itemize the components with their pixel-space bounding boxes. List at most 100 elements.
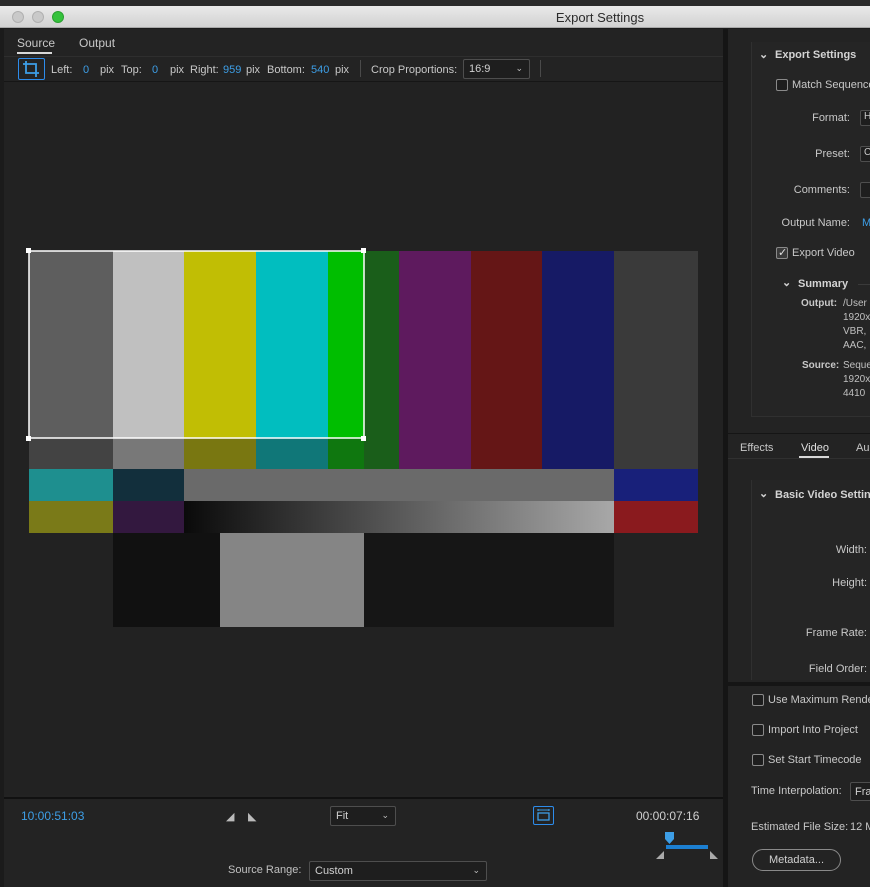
height-label: Height: [832, 577, 867, 589]
summary-output-label: Output: [801, 298, 838, 309]
color-bar [256, 251, 328, 438]
time-interpolation-select[interactable]: Fra [850, 782, 870, 801]
basic-video-settings-header: Basic Video Setting [775, 489, 870, 501]
zoom-select[interactable]: Fit ⌄ [330, 806, 396, 826]
use-max-render-checkbox[interactable] [752, 694, 764, 706]
aspect-ratio-correction-button[interactable] [533, 806, 554, 825]
playhead-icon[interactable] [665, 832, 674, 844]
format-select[interactable]: H [860, 110, 870, 126]
preset-select[interactable]: C [860, 146, 870, 162]
export-video-label: Export Video [792, 247, 855, 259]
color-bar-middle [184, 469, 614, 501]
color-bar [184, 251, 256, 438]
summary-output-line: AAC, [843, 340, 867, 351]
summary-output-line: 1920x [843, 312, 870, 323]
panel-divider [728, 682, 870, 686]
aspect-ratio-icon [537, 809, 550, 821]
match-sequence-checkbox[interactable] [776, 79, 788, 91]
summary-output-line: /User [843, 298, 867, 309]
tab-effects[interactable]: Effects [740, 442, 773, 454]
estimated-file-size-label: Estimated File Size: [751, 821, 849, 833]
tab-video[interactable]: Video [801, 442, 829, 454]
zoom-value: Fit [336, 810, 349, 822]
crop-handle-bottom-right[interactable] [361, 436, 366, 441]
color-bar-dimmed [328, 438, 364, 469]
set-start-timecode-checkbox[interactable] [752, 754, 764, 766]
grayscale-ramp [184, 501, 614, 533]
duration-timecode: 00:00:07:16 [636, 809, 700, 823]
color-bar [113, 251, 184, 438]
comments-label: Comments: [793, 184, 850, 196]
metadata-button[interactable]: Metadata... [752, 849, 841, 871]
color-bar-middle [113, 469, 184, 501]
out-point-marker-icon[interactable] [710, 851, 718, 859]
pluge-block [220, 533, 364, 627]
frame-rate-label: Frame Rate: [805, 627, 867, 639]
color-bar-dimmed [364, 438, 399, 469]
color-bar [29, 251, 113, 438]
tab-audio[interactable]: Au [856, 442, 869, 454]
set-out-point-button[interactable]: ◣ [248, 810, 256, 823]
use-max-render-label: Use Maximum Rende [768, 694, 870, 706]
match-sequence-label: Match Sequence [792, 79, 870, 91]
work-area-bar[interactable] [666, 845, 708, 849]
color-bar-dimmed [184, 438, 256, 469]
pluge-block [113, 533, 220, 627]
color-bar [328, 251, 364, 438]
summary-output-line: VBR, [843, 326, 867, 337]
current-timecode[interactable]: 10:00:51:03 [21, 809, 84, 823]
set-in-point-button[interactable]: ◢ [226, 810, 234, 823]
in-point-marker-icon[interactable] [656, 851, 664, 859]
crop-handle-top-right[interactable] [361, 248, 366, 253]
set-start-timecode-label: Set Start Timecode [768, 754, 862, 766]
output-name-link[interactable]: M [862, 217, 870, 229]
source-range-select[interactable]: Custom ⌄ [309, 861, 487, 881]
color-bar-lower [113, 501, 184, 533]
color-bar-dimmed [542, 438, 614, 469]
source-range-label: Source Range: [228, 864, 302, 876]
disclosure-triangle-icon[interactable]: ⌄ [782, 276, 791, 289]
color-bar-dimmed [256, 438, 328, 469]
color-bar [614, 251, 698, 438]
chevron-down-icon: ⌄ [381, 810, 389, 820]
color-bar-dimmed [399, 438, 471, 469]
active-tab-indicator [799, 456, 829, 458]
crop-handle-bottom-left[interactable] [26, 436, 31, 441]
summary-source-line: 1920x [843, 374, 870, 385]
disclosure-triangle-icon[interactable]: ⌄ [759, 48, 768, 61]
source-range-value: Custom [315, 865, 353, 877]
output-name-label: Output Name: [781, 217, 850, 229]
chevron-down-icon: ⌄ [472, 865, 480, 875]
time-interpolation-label: Time Interpolation: [751, 785, 842, 797]
summary-header: Summary [798, 278, 849, 290]
color-bar-middle [29, 469, 113, 501]
export-video-checkbox[interactable] [776, 246, 788, 259]
color-bar-dimmed [614, 438, 698, 469]
color-bar [471, 251, 542, 438]
width-label: Width: [835, 544, 867, 556]
color-bar [399, 251, 471, 438]
import-into-project-label: Import Into Project [768, 724, 858, 736]
color-bar-lower [29, 501, 113, 533]
summary-source-line: 4410 [843, 388, 866, 399]
format-label: Format: [812, 112, 850, 124]
import-into-project-checkbox[interactable] [752, 724, 764, 736]
summary-source-label: Source: [802, 360, 840, 371]
timeline-ruler[interactable] [654, 828, 720, 862]
comments-field[interactable] [860, 182, 870, 198]
export-settings-header: Export Settings [775, 49, 857, 61]
disclosure-triangle-icon[interactable]: ⌄ [759, 487, 768, 500]
color-bar-dimmed [113, 438, 184, 469]
crop-handle-top-left[interactable] [26, 248, 31, 253]
summary-source-line: Seque [843, 360, 870, 371]
time-interpolation-value: Fra [855, 786, 870, 798]
color-bar-lower [614, 501, 698, 533]
color-bar-middle [614, 469, 698, 501]
preset-label: Preset: [815, 148, 850, 160]
color-bar-dimmed [471, 438, 542, 469]
summary-divider [858, 284, 870, 285]
color-bars-preview [26, 248, 698, 627]
color-bar [542, 251, 614, 438]
estimated-file-size-value: 12 M [850, 821, 870, 833]
color-bar-dimmed [29, 438, 113, 469]
